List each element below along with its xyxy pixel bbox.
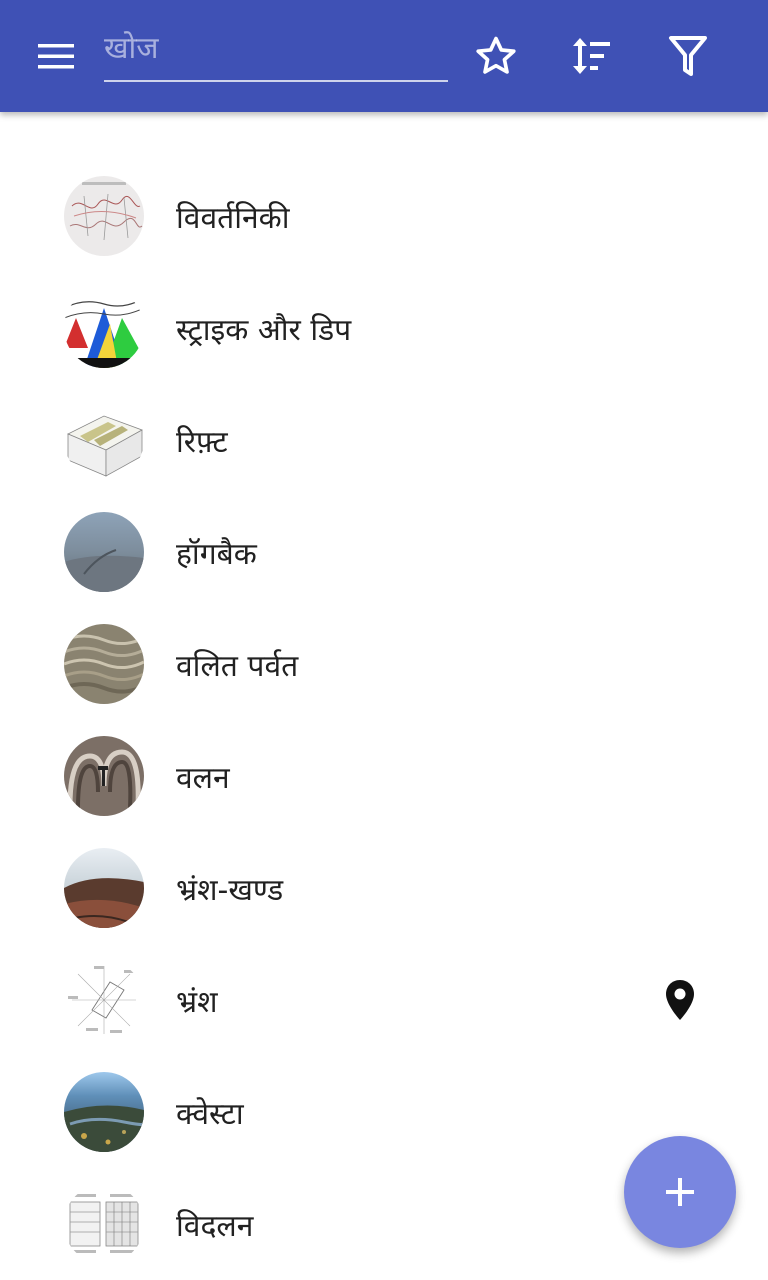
search-input[interactable] xyxy=(104,26,448,70)
app-bar xyxy=(0,0,768,112)
item-label: भ्रंश xyxy=(176,984,218,1020)
rock-fold-photo-thumbnail xyxy=(64,736,144,816)
list-item[interactable]: वलित पर्वत xyxy=(0,608,768,720)
menu-icon xyxy=(38,44,74,69)
list-item[interactable]: रिफ़्ट xyxy=(0,384,768,496)
item-label: हॉगबैक xyxy=(176,536,257,572)
item-label: स्ट्राइक और डिप xyxy=(176,312,352,348)
search-field xyxy=(104,26,448,82)
star-icon xyxy=(476,36,516,74)
filter-icon xyxy=(669,36,707,76)
list-item[interactable]: भ्रंश xyxy=(0,944,768,1056)
list-item[interactable]: हॉगबैक xyxy=(0,496,768,608)
block-diagram-thumbnail xyxy=(64,400,144,480)
list-item[interactable]: वलन xyxy=(0,720,768,832)
topic-list: विवर्तनिकी स्ट्राइक और डिप रिफ़्ट हॉगबैक… xyxy=(0,160,768,1280)
aerial-photo-thumbnail xyxy=(64,1072,144,1152)
favorites-button[interactable] xyxy=(468,28,524,84)
filter-button[interactable] xyxy=(660,28,716,84)
landscape-photo-thumbnail xyxy=(64,512,144,592)
map-thumbnail xyxy=(64,176,144,256)
item-label: विवर्तनिकी xyxy=(176,200,290,236)
fault-diagram-thumbnail xyxy=(64,960,144,1040)
item-label: भ्रंश-खण्ड xyxy=(176,872,284,908)
hillside-photo-thumbnail xyxy=(64,848,144,928)
item-label: वलित पर्वत xyxy=(176,648,299,684)
folded-terrain-photo-thumbnail xyxy=(64,624,144,704)
sort-button[interactable] xyxy=(564,28,620,84)
list-item[interactable]: भ्रंश-खण्ड xyxy=(0,832,768,944)
location-pin-icon xyxy=(666,980,694,1020)
striped-diagram-thumbnail xyxy=(64,288,144,368)
add-button[interactable] xyxy=(624,1136,736,1248)
item-label: विदलन xyxy=(176,1208,254,1244)
plus-icon xyxy=(666,1178,694,1206)
item-label: वलन xyxy=(176,760,230,796)
list-item[interactable]: विवर्तनिकी xyxy=(0,160,768,272)
location-button[interactable] xyxy=(660,978,700,1022)
item-label: क्वेस्टा xyxy=(176,1096,244,1132)
item-label: रिफ़्ट xyxy=(176,424,228,460)
list-item[interactable]: स्ट्राइक और डिप xyxy=(0,272,768,384)
rock-layers-diagram-thumbnail xyxy=(64,1184,144,1264)
menu-button[interactable] xyxy=(28,28,84,84)
sort-icon xyxy=(573,38,610,74)
